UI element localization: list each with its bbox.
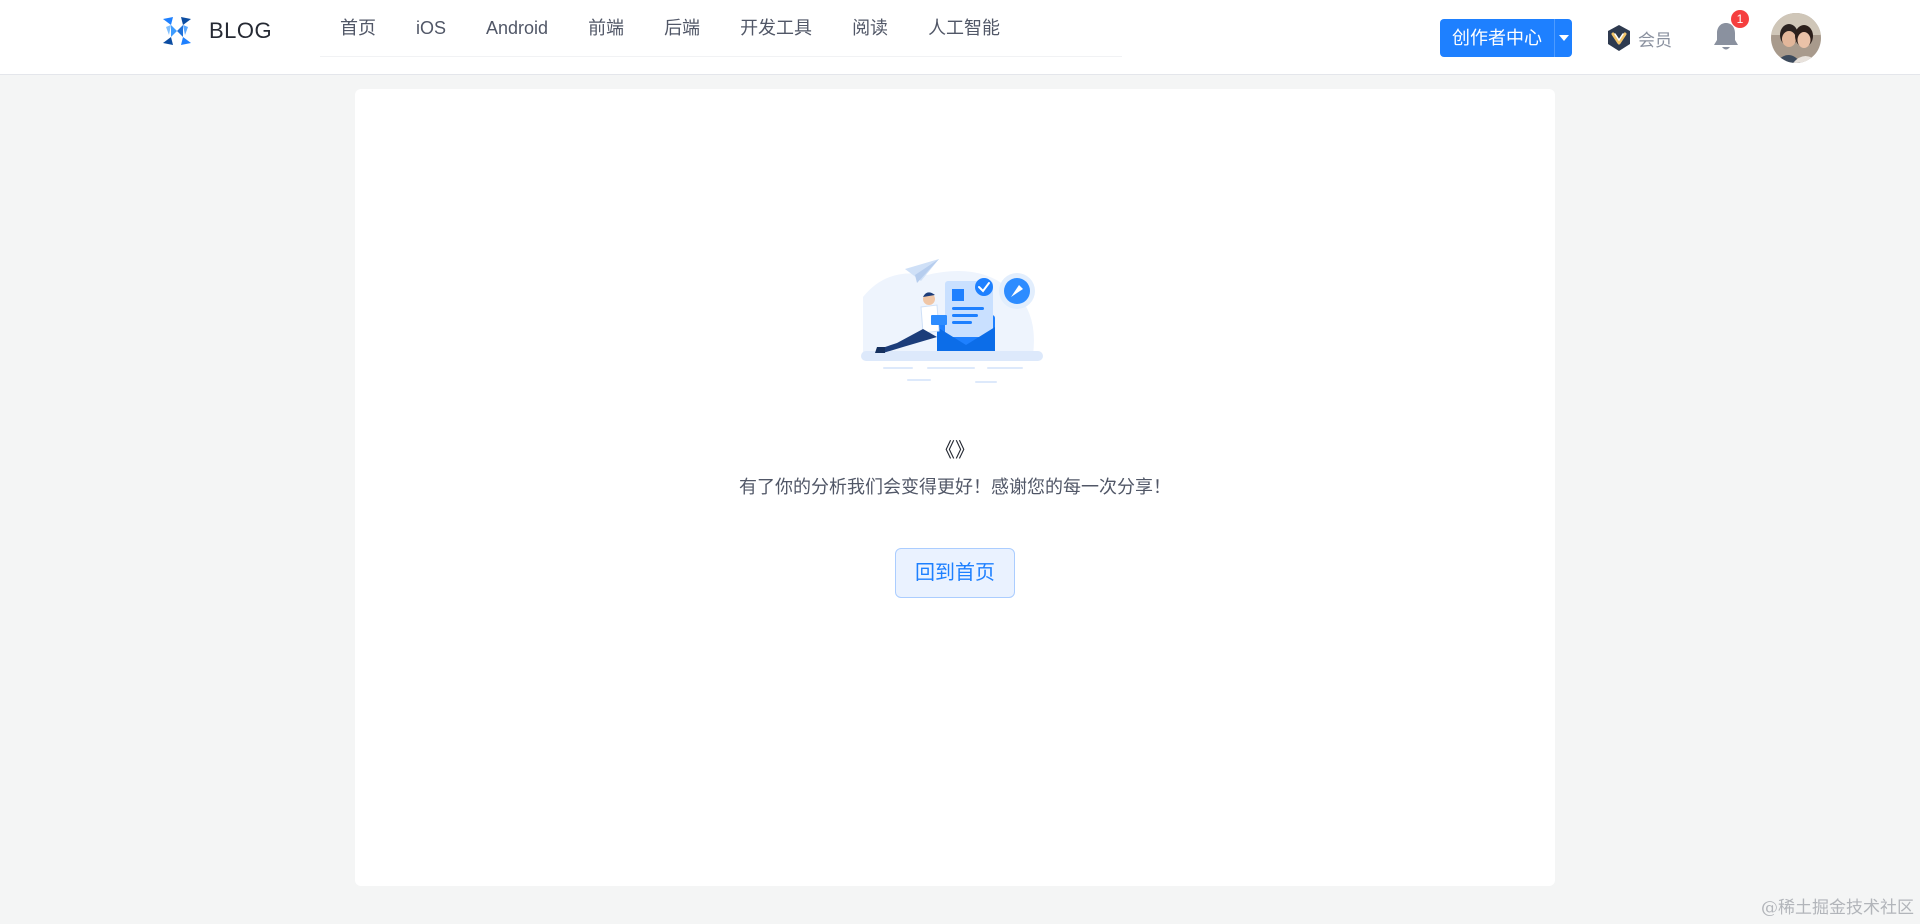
creator-center-button[interactable]: 创作者中心 (1440, 19, 1554, 57)
avatar-photo (1771, 13, 1821, 63)
top-header: BLOG 首页 iOS Android 前端 后端 开发工具 阅读 人工智能 创… (0, 0, 1920, 75)
nav-item-devtools[interactable]: 开发工具 (720, 0, 832, 57)
user-avatar[interactable] (1771, 13, 1821, 63)
nav-item-android[interactable]: Android (466, 0, 568, 57)
main-nav: 首页 iOS Android 前端 后端 开发工具 阅读 人工智能 (320, 0, 1122, 57)
vip-label: 会员 (1638, 30, 1672, 50)
nav-item-ios[interactable]: iOS (396, 0, 466, 57)
creator-center-group: 创作者中心 (1440, 19, 1572, 57)
nav-item-frontend[interactable]: 前端 (568, 0, 644, 57)
vip-badge-icon (1608, 25, 1630, 51)
blog-logo-icon (163, 17, 191, 45)
caret-down-icon (1558, 35, 1569, 41)
page-title: 《》 (935, 440, 975, 462)
creator-center-dropdown[interactable] (1554, 19, 1572, 57)
back-to-home-button[interactable]: 回到首页 (895, 548, 1015, 598)
site-logo[interactable]: BLOG (159, 14, 272, 48)
logo-text: BLOG (209, 18, 273, 43)
notification-badge: 1 (1731, 10, 1749, 28)
nav-item-home[interactable]: 首页 (320, 0, 396, 57)
nav-item-reading[interactable]: 阅读 (832, 0, 908, 57)
thank-you-message: 有了你的分析我们会变得更好！感谢您的每一次分享！ (739, 477, 1171, 497)
watermark: @稀土掘金技术社区 (1761, 898, 1914, 918)
vip-entry[interactable]: 会员 (1606, 24, 1672, 52)
nav-item-ai[interactable]: 人工智能 (908, 0, 1020, 57)
content-card: 《》 有了你的分析我们会变得更好！感谢您的每一次分享！ 回到首页 (355, 89, 1555, 886)
nav-item-backend[interactable]: 后端 (644, 0, 720, 57)
empty-state-illustration (861, 259, 1043, 383)
